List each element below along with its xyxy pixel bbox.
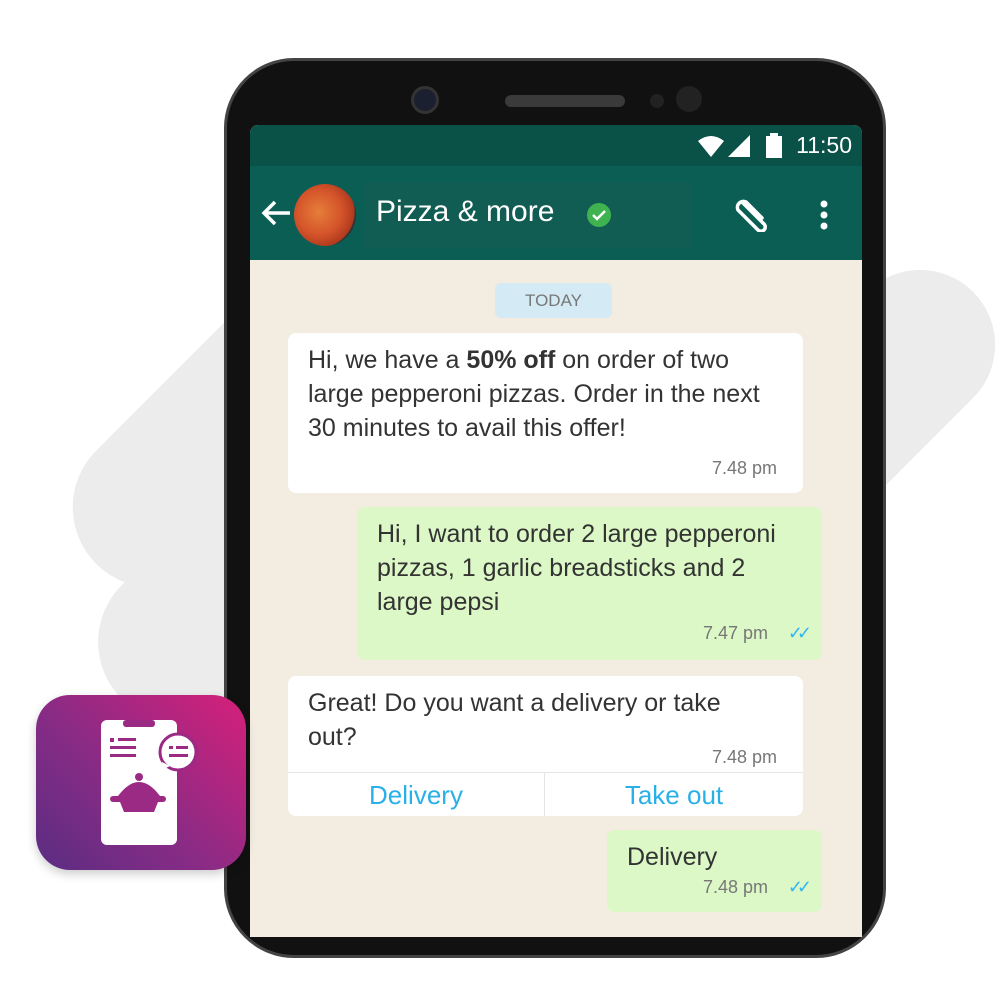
message-text: Hi, I want to order 2 large pepperoni pi… [377, 520, 776, 616]
message-outgoing: Hi, I want to order 2 large pepperoni pi… [357, 507, 822, 660]
contact-info[interactable]: Pizza & more [366, 182, 690, 248]
chat-header: Pizza & more [250, 166, 862, 260]
front-camera [411, 86, 439, 114]
message-text: Delivery [627, 843, 718, 871]
contact-name: Pizza & more [376, 195, 555, 228]
more-options-icon[interactable] [818, 200, 830, 230]
phone-speaker [505, 95, 625, 107]
back-arrow-icon[interactable] [260, 199, 292, 227]
message-time: 7.47 pm [702, 623, 768, 643]
attachment-icon[interactable] [734, 196, 772, 232]
date-separator: TODAY [495, 283, 612, 318]
food-order-app-badge [36, 695, 246, 870]
verified-badge-icon [587, 203, 611, 227]
contact-avatar[interactable] [294, 184, 356, 246]
sensor [650, 94, 664, 108]
status-bar: 11:50 [250, 125, 862, 166]
food-order-chat-icon [101, 720, 198, 845]
message-text: Hi, we have a 50% off on order of two la… [308, 346, 760, 442]
read-receipt-icon: ✓✓ [787, 623, 812, 643]
message-incoming: Hi, we have a 50% off on order of two la… [288, 333, 803, 493]
message-outgoing: Delivery 7.48 pm ✓✓ [607, 830, 822, 912]
status-time: 11:50 [796, 132, 852, 158]
message-time: 7.48 pm [702, 877, 768, 897]
signal-icon [728, 135, 750, 157]
message-time: 7.48 pm [711, 458, 777, 478]
chat-screen: 11:50 Pizza & more TODAY Hi, we have a 5… [250, 125, 862, 937]
read-receipt-icon: ✓✓ [787, 877, 812, 897]
message-time: 7.48 pm [711, 747, 777, 767]
wifi-icon [698, 136, 724, 157]
message-incoming: Great! Do you want a delivery or take ou… [288, 676, 803, 816]
quick-reply-delivery-button[interactable]: Delivery [288, 772, 545, 816]
battery-icon [766, 133, 782, 158]
sensor [676, 86, 702, 112]
message-text: Great! Do you want a delivery or take ou… [308, 689, 721, 751]
quick-reply-takeout-button[interactable]: Take out [545, 772, 803, 816]
